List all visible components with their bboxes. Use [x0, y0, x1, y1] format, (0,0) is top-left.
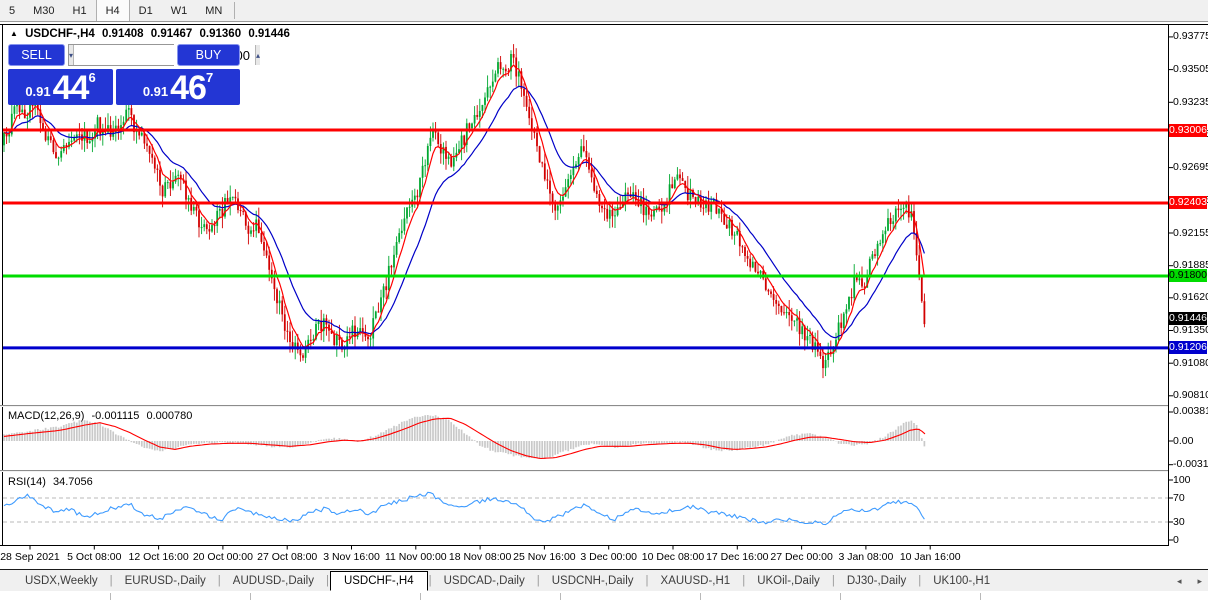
ask-prefix: 0.91 — [143, 84, 168, 99]
chart-title: ▲ USDCHF-,H4 0.91408 0.91467 0.91360 0.9… — [10, 28, 294, 40]
ohlc-high: 0.91467 — [151, 28, 193, 40]
price-axis-tick: 0.90810 — [1173, 390, 1207, 401]
bid-main-digits: 44 — [53, 74, 89, 103]
price-axis-tick: 0.92155 — [1173, 228, 1207, 239]
timeframe-toolbar: 5M30H1H4D1W1MN — [0, 0, 1208, 22]
rsi-axis-tick: 30 — [1173, 517, 1207, 528]
ohlc-close: 0.91446 — [248, 28, 290, 40]
bid-price-display: 0.91 44 6 — [8, 69, 113, 105]
macd-axis-tick: 0.003811 — [1173, 406, 1207, 417]
rsi-axis-tick: 70 — [1173, 493, 1207, 504]
price-tag-0.91446: 0.91446 — [1169, 312, 1207, 325]
tab-USDCHF-,H4[interactable]: USDCHF-,H4 — [330, 571, 428, 591]
rsi-axis-tick: 100 — [1173, 475, 1207, 486]
bid-pip-digit: 6 — [88, 70, 95, 85]
trade-buttons-row: SELL ▾ ▴ BUY — [8, 44, 240, 66]
price-tag-0.93006: 0.93006 — [1169, 124, 1207, 137]
statusbar-separator — [420, 593, 421, 600]
ask-pip-digit: 7 — [206, 70, 213, 85]
macd-signal-value: 0.000780 — [146, 410, 192, 422]
statusbar-separator — [250, 593, 251, 600]
volume-increase-icon[interactable]: ▴ — [255, 45, 260, 65]
price-axis-tick: 0.92695 — [1173, 162, 1207, 173]
ask-main-digits: 46 — [170, 74, 206, 103]
statusbar-separator — [980, 593, 981, 600]
macd-axis-tick: -0.003115 — [1173, 459, 1207, 470]
tab-XAUUSD-,H1[interactable]: XAUUSD-,H1 — [650, 572, 742, 590]
timeframe-M30[interactable]: M30 — [24, 0, 63, 21]
bid-prefix: 0.91 — [25, 84, 50, 99]
tab-scroll-left-icon[interactable]: ◂ — [1177, 576, 1182, 587]
statusbar-separator — [560, 593, 561, 600]
price-axis-tick: 0.91350 — [1173, 325, 1207, 336]
price-axis-tick: 0.91080 — [1173, 358, 1207, 369]
price-axis-tick: 0.93505 — [1173, 64, 1207, 75]
timeframe-H1[interactable]: H1 — [64, 0, 96, 21]
macd-axis-tick: 0.00 — [1173, 436, 1207, 447]
price-tag-0.91206: 0.91206 — [1169, 341, 1207, 354]
macd-name: MACD(12,26,9) — [8, 410, 84, 422]
tab-AUDUSD-,Daily[interactable]: AUDUSD-,Daily — [222, 572, 325, 590]
tab-EURUSD-,Daily[interactable]: EURUSD-,Daily — [114, 572, 217, 590]
rsi-axis-tick: 0 — [1173, 535, 1207, 546]
rsi-indicator-label: RSI(14) 34.7056 — [8, 476, 97, 488]
tab-USDX,Weekly[interactable]: USDX,Weekly — [14, 572, 109, 590]
rsi-value: 34.7056 — [53, 476, 93, 488]
ohlc-open: 0.91408 — [102, 28, 144, 40]
macd-main-value: -0.001115 — [91, 410, 139, 422]
macd-indicator-label: MACD(12,26,9) -0.001115 0.000780 — [8, 410, 196, 422]
price-tag-0.92403: 0.92403 — [1169, 196, 1207, 209]
price-tag-0.91800: 0.91800 — [1169, 269, 1207, 282]
tab-USDCNH-,Daily[interactable]: USDCNH-,Daily — [541, 572, 645, 590]
price-axis-tick: 0.93235 — [1173, 97, 1207, 108]
timeframe-H4[interactable]: H4 — [96, 0, 130, 21]
tab-DJ30-,Daily[interactable]: DJ30-,Daily — [836, 572, 917, 590]
tab-UK100-,H1[interactable]: UK100-,H1 — [922, 572, 1001, 590]
collapse-icon[interactable]: ▲ — [10, 29, 18, 38]
tab-scroll-arrows: ◂ ▸ — [1177, 570, 1202, 592]
timeframe-5[interactable]: 5 — [0, 0, 24, 21]
sell-button[interactable]: SELL — [8, 44, 65, 66]
volume-stepper: ▾ ▴ — [68, 44, 174, 66]
rsi-name: RSI(14) — [8, 476, 46, 488]
statusbar-separator — [110, 593, 111, 600]
statusbar-separator — [700, 593, 701, 600]
timeframe-MN[interactable]: MN — [196, 0, 231, 21]
status-strip — [0, 591, 1208, 601]
mt4-window: 5M30H1H4D1W1MN ▲ USDCHF-,H4 0.91408 0.91… — [0, 0, 1208, 601]
toolbar-separator — [234, 2, 235, 19]
buy-button[interactable]: BUY — [177, 44, 240, 66]
timeframe-W1[interactable]: W1 — [162, 0, 197, 21]
tab-USDCAD-,Daily[interactable]: USDCAD-,Daily — [433, 572, 536, 590]
price-axis-tick: 0.93775 — [1173, 31, 1207, 42]
timeframe-D1[interactable]: D1 — [130, 0, 162, 21]
tab-scroll-right-icon[interactable]: ▸ — [1197, 576, 1202, 587]
statusbar-separator — [840, 593, 841, 600]
tab-UKOil-,Daily[interactable]: UKOil-,Daily — [746, 572, 831, 590]
chart-tab-bar: USDX,Weekly|EURUSD-,Daily|AUDUSD-,Daily|… — [0, 569, 1208, 591]
ask-price-display: 0.91 46 7 — [116, 69, 240, 105]
ohlc-low: 0.91360 — [200, 28, 242, 40]
time-label: 10 Jan 16:00 — [884, 551, 976, 563]
symbol-label: USDCHF-,H4 — [25, 28, 95, 40]
price-axis-tick: 0.91620 — [1173, 292, 1207, 303]
